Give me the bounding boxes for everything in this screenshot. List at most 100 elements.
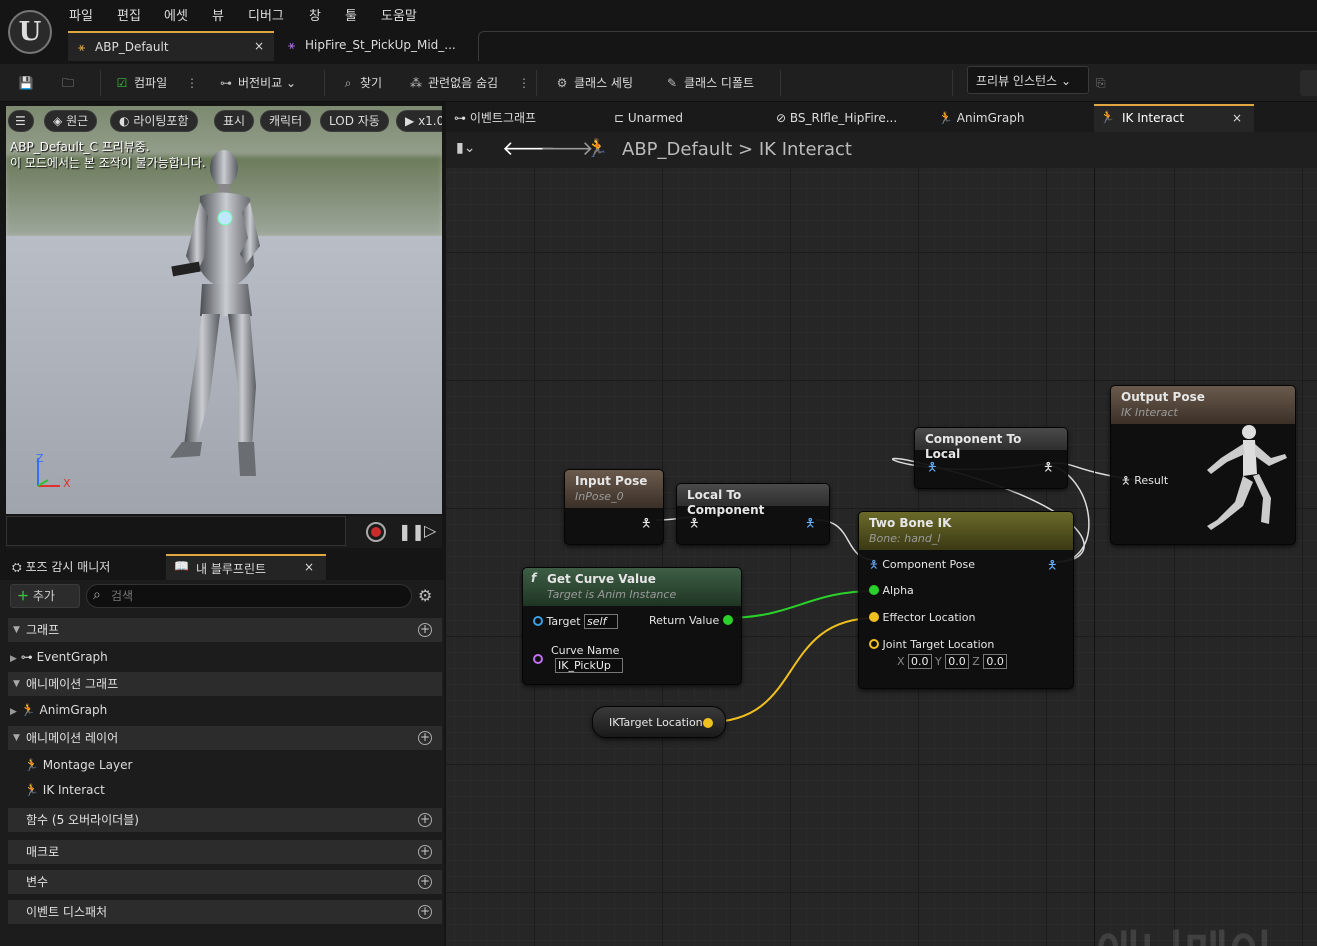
browse-icon[interactable]: 🗀 (60, 72, 80, 94)
lit-mode-button[interactable]: ◐ 라이팅포함 (110, 110, 198, 132)
gear-icon: ⚙ (556, 76, 568, 90)
function-icon: f (531, 571, 537, 585)
section-event-dispatchers[interactable]: 이벤트 디스패처 + (8, 900, 442, 924)
lod-button[interactable]: LOD 자동 (320, 110, 389, 132)
character-button[interactable]: 캐릭터 (260, 110, 312, 132)
node-input-pose[interactable]: Input Pose InPose_0 🯅 (564, 469, 664, 545)
playback-speed-button[interactable]: ▶ x1.0 (396, 110, 442, 132)
node-ik-target-location[interactable]: IKTarget Location (592, 706, 726, 738)
item-ik-interact[interactable]: 🏃 IK Interact (8, 778, 442, 802)
node-get-curve-value[interactable]: f Get Curve Value Target is Anim Instanc… (522, 567, 742, 685)
section-functions[interactable]: 함수 (5 오버라이더블) + (8, 808, 442, 832)
book-icon: 📖 (174, 559, 189, 573)
tab-pose-watch[interactable]: ⛭ 포즈 감시 매니저 (12, 556, 110, 580)
compile-options-icon[interactable]: ⋮ (186, 72, 198, 94)
add-button[interactable]: ＋ 추가 (10, 584, 80, 608)
preview-instance-dropdown[interactable]: 프리뷰 인스턴스 ⌄ (967, 66, 1089, 94)
compile-button[interactable]: ☑ 컴파일 (114, 72, 168, 94)
add-macro-icon[interactable]: + (418, 845, 432, 859)
pause-icon[interactable]: ❚❚ (398, 522, 425, 541)
hide-options-icon[interactable]: ⋮ (518, 72, 530, 94)
section-variables[interactable]: 변수 + (8, 870, 442, 894)
menu-file[interactable]: 파일 (69, 5, 93, 24)
hide-unrelated-button[interactable]: ⁂ 관련없음 숨김 (408, 72, 498, 94)
add-graph-icon[interactable]: + (418, 623, 432, 637)
pose-pin-icon[interactable]: 🯅 (1043, 458, 1054, 479)
node-output-pose[interactable]: Output Pose IK Interact 🯅 Result (1110, 385, 1296, 545)
show-button[interactable]: 표시 (214, 110, 255, 132)
node-local-to-component[interactable]: Local To Component 🯅 🯅 (676, 483, 830, 545)
node-two-bone-ik[interactable]: Two Bone IK Bone: hand_l 🯅 Component Pos… (858, 511, 1074, 689)
search-box[interactable]: ⌕ (86, 584, 412, 608)
target-pin[interactable]: Target self (533, 614, 619, 629)
pose-pin-icon[interactable]: 🯅 (641, 514, 652, 535)
item-montage-layer[interactable]: 🏃 Montage Layer (8, 753, 442, 777)
alpha-pin[interactable]: Alpha (869, 584, 914, 597)
item-event-graph[interactable]: ▶ ⊶ EventGraph (8, 645, 442, 669)
node-component-to-local[interactable]: Component To Local 🯅 🯅 (914, 427, 1068, 489)
search-input[interactable] (111, 587, 401, 605)
graph-editor[interactable]: ⊶ 이벤트그래프 ⊏ Unarmed ⊘ BS_RIfle_HipFire...… (446, 102, 1317, 946)
result-pin[interactable]: 🯅 Result (1121, 472, 1168, 491)
component-pose-pin-icon[interactable]: 🯅 (805, 514, 816, 535)
viewport-menu-icon[interactable]: ☰ (8, 110, 34, 132)
node-header: Two Bone IK Bone: hand_l (859, 512, 1073, 550)
name-pin-icon[interactable] (533, 654, 543, 664)
preview-viewport[interactable]: ☰ ◈ 원근 ◐ 라이팅포함 표시 캐릭터 LOD 자동 ▶ x1.0 ABP_… (6, 106, 442, 514)
menu-asset[interactable]: 에셋 (164, 5, 188, 24)
menu-view[interactable]: 뷰 (212, 5, 224, 24)
record-icon[interactable] (366, 522, 386, 542)
class-defaults-button[interactable]: ✎ 클래스 디폴트 (664, 72, 754, 94)
tab-hipfire-pickup[interactable]: ⚹ HipFire_St_PickUp_Mid_... (278, 31, 478, 61)
menu-window[interactable]: 창 (309, 5, 321, 24)
section-macros[interactable]: 매크로 + (8, 840, 442, 864)
section-label: 함수 (5 오버라이더블) (26, 813, 139, 827)
find-button[interactable]: ⌕ 찾기 (340, 72, 382, 94)
overflow-button[interactable] (1300, 70, 1317, 96)
item-anim-graph[interactable]: ▶ 🏃 AnimGraph (8, 698, 442, 722)
perspective-button[interactable]: ◈ 원근 (44, 110, 98, 132)
target-value-field[interactable]: self (584, 614, 619, 629)
step-forward-icon[interactable]: ▷ (424, 521, 436, 540)
debug-filter-icon[interactable]: ⎘ (1096, 72, 1106, 94)
menu-help[interactable]: 도움말 (381, 5, 417, 24)
section-graphs[interactable]: ▼ 그래프 + (8, 618, 442, 642)
my-blueprint-label: 내 블루프린트 (196, 562, 267, 576)
node-header: Input Pose InPose_0 (565, 470, 663, 508)
component-pose-output-pin-icon[interactable]: 🯅 (1047, 556, 1058, 577)
curve-name-field[interactable]: IK_PickUp (555, 658, 623, 673)
section-anim-graphs[interactable]: ▼ 애니메이션 그래프 (8, 672, 442, 696)
section-anim-layers[interactable]: ▼ 애니메이션 레이어 + (8, 726, 442, 750)
joint-target-location-pin[interactable]: Joint Target Location (869, 638, 994, 651)
z-value-field[interactable]: 0.0 (983, 654, 1007, 669)
menu-edit[interactable]: 편집 (117, 5, 141, 24)
save-icon[interactable]: 💾 (18, 72, 38, 94)
component-pose-input-pin[interactable]: 🯅 Component Pose (869, 556, 975, 575)
menu-tools[interactable]: 툴 (345, 5, 357, 24)
timeline-track[interactable] (6, 516, 346, 546)
close-icon[interactable]: × (254, 39, 264, 53)
menu-debug[interactable]: 디버그 (248, 5, 284, 24)
vector-pin-icon[interactable] (703, 718, 713, 728)
add-function-icon[interactable]: + (418, 813, 432, 827)
return-value-pin[interactable]: Return Value (649, 614, 733, 627)
pose-pin-icon[interactable]: 🯅 (689, 514, 700, 535)
add-dispatcher-icon[interactable]: + (418, 905, 432, 919)
node-title: Local To Component (687, 488, 765, 517)
effector-location-pin[interactable]: Effector Location (869, 611, 975, 624)
gear-icon[interactable]: ⚙ (418, 586, 432, 605)
y-value-field[interactable]: 0.0 (945, 654, 969, 669)
tab-my-blueprint[interactable]: 📖 내 블루프린트 × (166, 554, 326, 580)
tab-abp-default[interactable]: ⚹ ABP_Default × (68, 31, 274, 61)
unreal-logo-icon[interactable]: U (8, 10, 52, 54)
x-value-field[interactable]: 0.0 (908, 654, 932, 669)
lod-label: LOD 자동 (329, 114, 380, 128)
component-pose-pin-icon: 🯅 (869, 558, 879, 571)
add-variable-icon[interactable]: + (418, 875, 432, 889)
component-pose-pin-icon[interactable]: 🯅 (927, 458, 938, 479)
class-settings-button[interactable]: ⚙ 클래스 세팅 (554, 72, 633, 94)
diff-button[interactable]: ⊶ 버전비교 ⌄ (218, 72, 296, 94)
close-icon[interactable]: × (304, 560, 314, 574)
add-layer-icon[interactable]: + (418, 731, 432, 745)
main-toolbar: 💾 🗀 ☑ 컴파일 ⋮ ⊶ 버전비교 ⌄ ⌕ 찾기 ⁂ 관련없음 숨김 ⋮ ⚙ 클래스 세… (0, 64, 1317, 160)
